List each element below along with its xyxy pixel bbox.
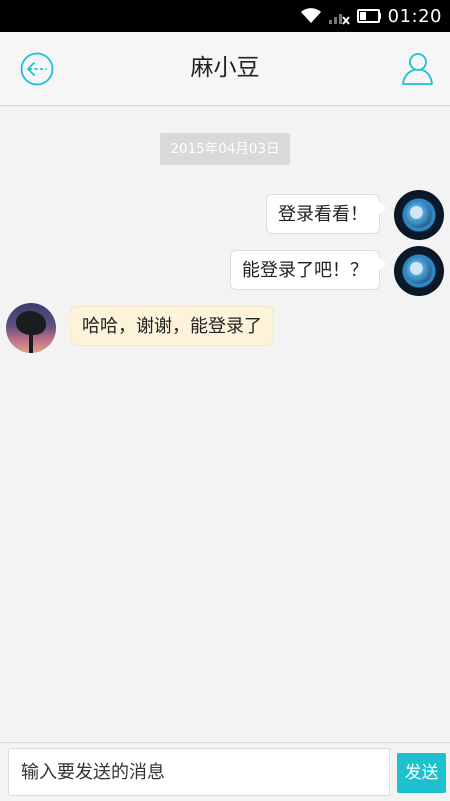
send-button[interactable]: 发送	[397, 753, 446, 793]
status-bar: 01:20	[0, 0, 450, 32]
message-list[interactable]: 2015年04月03日 登录看看！ 能登录了吧！？ 哈哈，谢谢，能登录了	[0, 106, 450, 742]
avatar-self[interactable]	[394, 190, 444, 240]
date-separator: 2015年04月03日	[160, 133, 290, 165]
message-bubble-outgoing[interactable]: 能登录了吧！？	[230, 250, 387, 290]
message-input[interactable]	[8, 748, 390, 796]
profile-button[interactable]	[400, 50, 436, 86]
message-bubble-incoming[interactable]: 哈哈，谢谢，能登录了	[63, 306, 274, 346]
avatar-self[interactable]	[394, 246, 444, 296]
message-bubble-outgoing[interactable]: 登录看看！	[266, 194, 387, 234]
avatar-contact[interactable]	[6, 303, 56, 353]
status-time: 01:20	[387, 5, 442, 27]
composer-bar: 发送	[0, 742, 450, 801]
page-title: 麻小豆	[190, 55, 260, 81]
battery-icon	[356, 9, 381, 23]
signal-icon	[328, 14, 350, 25]
status-icons: 01:20	[300, 0, 442, 32]
chat-header: 麻小豆	[0, 32, 450, 106]
user-profile-icon	[402, 53, 433, 85]
wifi-icon	[300, 8, 321, 23]
